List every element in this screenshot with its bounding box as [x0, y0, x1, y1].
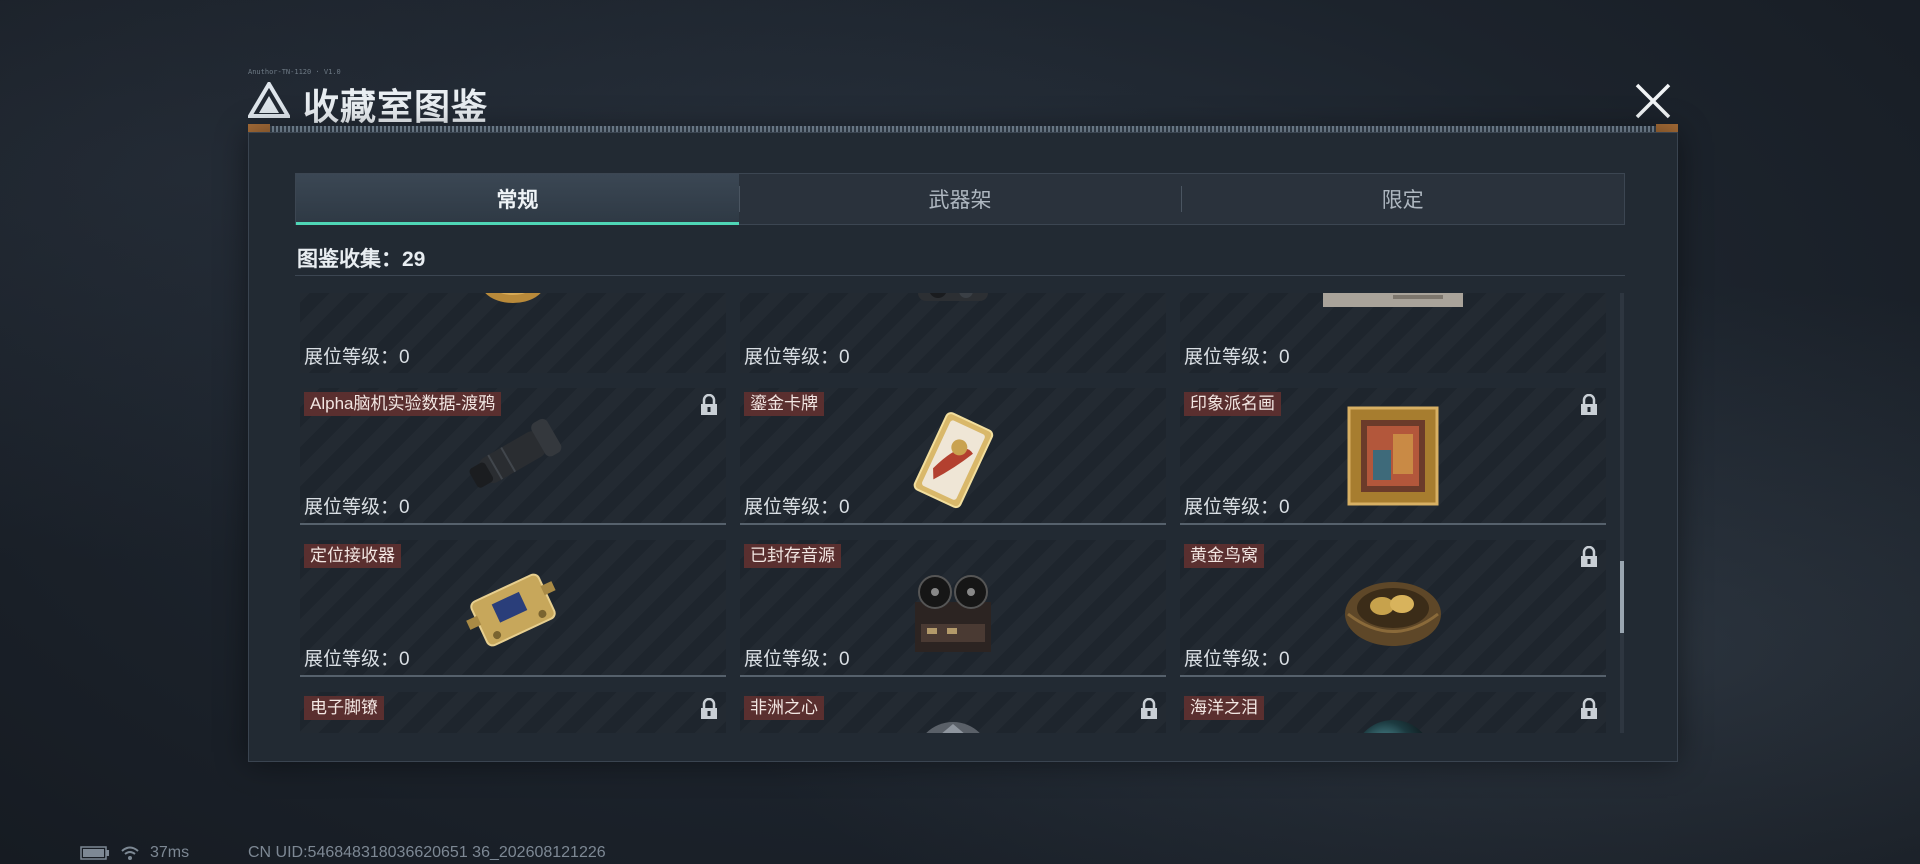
item-name: 黄金鸟窝 — [1184, 544, 1264, 568]
scrollbar-thumb[interactable] — [1620, 561, 1624, 633]
lock-icon — [701, 698, 717, 719]
item-name: 定位接收器 — [304, 544, 401, 568]
item-card[interactable]: 电子脚镣 — [300, 692, 726, 733]
item-card[interactable]: 非洲之心 — [740, 692, 1166, 733]
device-icon — [918, 293, 988, 301]
item-level: 展位等级：0 — [1184, 649, 1290, 670]
wifi-icon — [121, 846, 139, 860]
ankle-monitor-icon — [463, 722, 563, 733]
item-card[interactable]: 海洋之泪 — [1180, 692, 1606, 733]
item-grid: 展位等级：0 展位等级：0 展位等级：0 Alpha脑机实验数据-渡鸦 展位等级… — [300, 293, 1606, 733]
tab-regular[interactable]: 常规 — [296, 174, 739, 225]
item-level: 展位等级：0 — [744, 347, 850, 368]
item-card[interactable]: Alpha脑机实验数据-渡鸦 展位等级：0 — [300, 388, 726, 525]
collection-panel: 常规 武器架 限定 图鉴收集：29 展位等级：0 展位等级：0 展位等级：0 A… — [248, 132, 1678, 762]
painting-icon — [1347, 406, 1439, 506]
item-card[interactable]: 展位等级：0 — [740, 293, 1166, 373]
collection-count: 图鉴收集：29 — [297, 248, 426, 271]
header: Anuthor-TN-1120 · V1.0 收藏室图鉴 — [248, 68, 1678, 130]
status-bar: 37ms — [80, 844, 189, 862]
lock-icon — [1141, 698, 1157, 719]
pearl-icon — [1363, 720, 1423, 733]
tab-limited[interactable]: 限定 — [1181, 174, 1624, 224]
item-level: 展位等级：0 — [304, 347, 410, 368]
item-name: 非洲之心 — [744, 696, 824, 720]
item-level: 展位等级：0 — [744, 649, 850, 670]
delta-logo-icon — [248, 82, 290, 118]
item-card[interactable]: 展位等级：0 — [1180, 293, 1606, 373]
tab-weapon-rack[interactable]: 武器架 — [738, 174, 1182, 224]
document-icon — [1323, 293, 1463, 307]
item-name: 已封存音源 — [744, 544, 841, 568]
item-level: 展位等级：0 — [1184, 497, 1290, 518]
diamond-icon — [926, 722, 980, 733]
item-card[interactable]: 黄金鸟窝 展位等级：0 — [1180, 540, 1606, 677]
item-card[interactable]: 鎏金卡牌 展位等级：0 — [740, 388, 1166, 525]
item-level: 展位等级：0 — [1184, 347, 1290, 368]
gold-card-icon — [913, 412, 994, 509]
reel-recorder-icon — [915, 575, 991, 652]
item-name: 鎏金卡牌 — [744, 392, 824, 416]
scope-icon — [469, 418, 562, 488]
lock-icon — [1581, 698, 1597, 719]
receiver-icon — [466, 573, 556, 647]
item-level: 展位等级：0 — [744, 497, 850, 518]
item-grid-viewport: 展位等级：0 展位等级：0 展位等级：0 Alpha脑机实验数据-渡鸦 展位等级… — [300, 293, 1620, 733]
collection-divider — [295, 275, 1625, 276]
lock-icon — [1581, 394, 1597, 415]
tab-bar: 常规 武器架 限定 — [295, 173, 1625, 225]
ping-value: 37ms — [150, 844, 190, 861]
item-card[interactable]: 印象派名画 展位等级：0 — [1180, 388, 1606, 525]
close-icon[interactable] — [1632, 80, 1674, 122]
item-name: 印象派名画 — [1184, 392, 1281, 416]
gold-disc-icon — [485, 293, 541, 303]
item-level: 展位等级：0 — [304, 649, 410, 670]
item-card[interactable]: 定位接收器 展位等级：0 — [300, 540, 726, 677]
item-level: 展位等级：0 — [304, 497, 410, 518]
item-card[interactable]: 已封存音源 展位等级：0 — [740, 540, 1166, 677]
item-name: 海洋之泪 — [1184, 696, 1264, 720]
header-micro-text: Anuthor-TN-1120 · V1.0 — [248, 68, 341, 76]
item-card[interactable]: 展位等级：0 — [300, 293, 726, 373]
page-title: 收藏室图鉴 — [303, 86, 489, 127]
grid-scrollbar[interactable] — [1620, 293, 1624, 733]
lock-icon — [1581, 546, 1597, 567]
nest-icon — [1345, 582, 1441, 646]
item-name: 电子脚镣 — [304, 696, 384, 720]
player-uid: CN UID:546848318036620651 36_20260812122… — [248, 844, 606, 861]
battery-icon — [80, 846, 109, 860]
lock-icon — [701, 394, 717, 415]
